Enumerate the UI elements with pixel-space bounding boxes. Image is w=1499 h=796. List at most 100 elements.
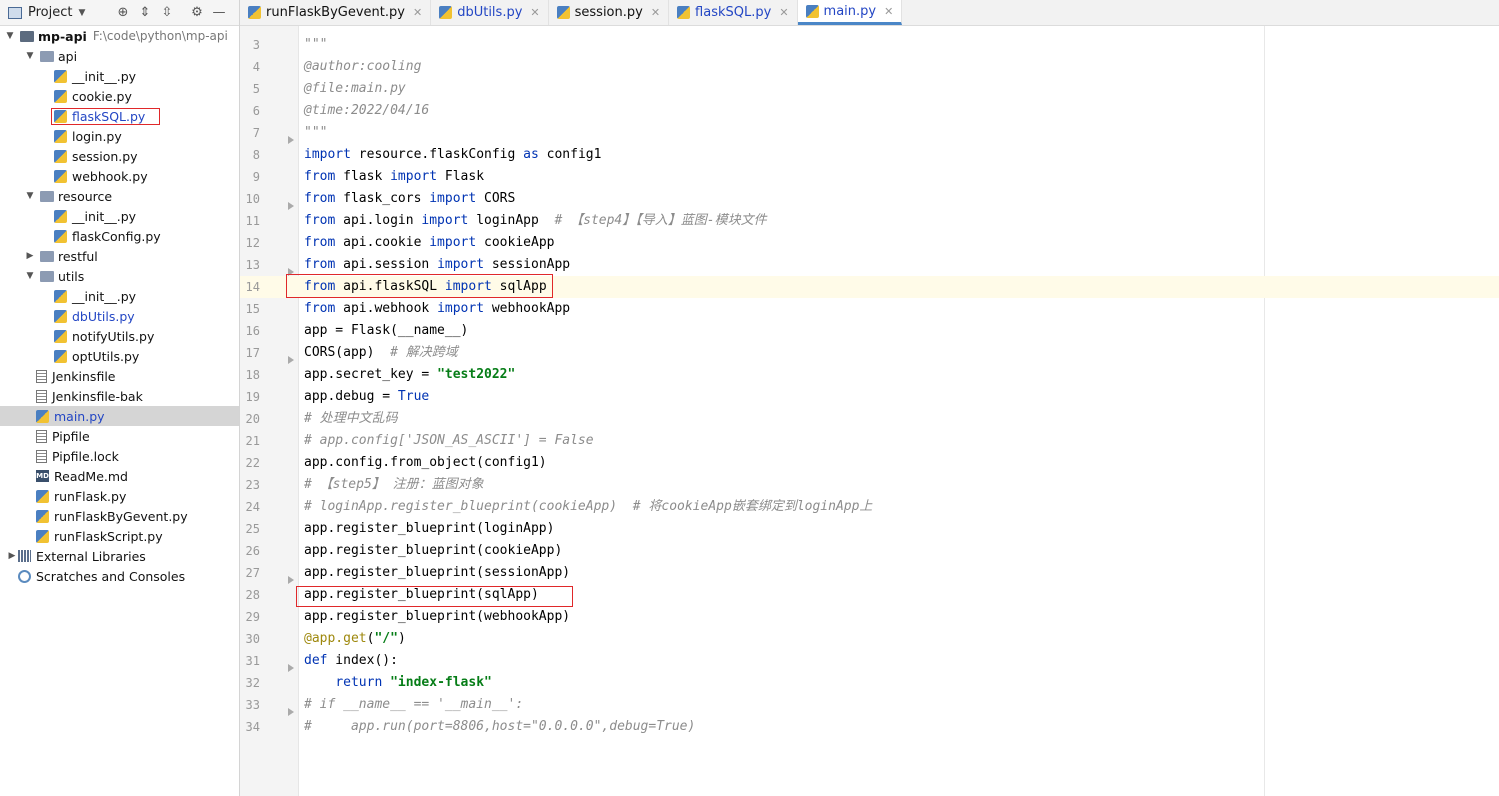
editor-tab[interactable]: flaskSQL.py ✕ <box>669 0 798 25</box>
code-line[interactable]: 9 from flask import Flask <box>240 166 1499 188</box>
tree-file[interactable]: optUtils.py <box>0 346 239 366</box>
hide-icon[interactable]: — <box>208 2 230 24</box>
code-line[interactable]: 34 # app.run(port=8806,host="0.0.0.0",deb… <box>240 716 1499 738</box>
tree-file[interactable]: MD ReadMe.md <box>0 466 239 486</box>
tree-file[interactable]: runFlaskByGevent.py <box>0 506 239 526</box>
chevron-down-icon[interactable]: ▼ <box>24 51 36 61</box>
code-line[interactable]: 31 def index(): <box>240 650 1499 672</box>
code-line[interactable]: 8 import resource.flaskConfig as config1 <box>240 144 1499 166</box>
editor-tab[interactable]: runFlaskByGevent.py ✕ <box>240 0 432 25</box>
tree-file[interactable]: __init__.py <box>0 206 239 226</box>
code-line[interactable]: 10 from flask_cors import CORS <box>240 188 1499 210</box>
code-token: config1 <box>538 147 602 162</box>
code-line[interactable]: 20 # 处理中文乱码 <box>240 408 1499 430</box>
project-view-selector[interactable]: Project ▼ <box>0 5 100 20</box>
code-token: @file:main.py <box>304 81 406 96</box>
code-text: from api.cookie import cookieApp <box>304 232 554 254</box>
tree-file[interactable]: Scratches and Consoles <box>0 566 239 586</box>
highlight-box-flasksql-file <box>51 108 160 125</box>
code-line[interactable]: 6 @time:2022/04/16 <box>240 100 1499 122</box>
tree-file[interactable]: login.py <box>0 126 239 146</box>
code-line[interactable]: 26 app.register_blueprint(cookieApp) <box>240 540 1499 562</box>
tree-file[interactable]: dbUtils.py <box>0 306 239 326</box>
locate-icon[interactable]: ⊕ <box>112 2 134 24</box>
code-line[interactable]: 19 app.debug = True <box>240 386 1499 408</box>
code-line[interactable]: 25 app.register_blueprint(loginApp) <box>240 518 1499 540</box>
code-line[interactable]: 7 """ <box>240 122 1499 144</box>
code-line[interactable]: 15 from api.webhook import webhookApp <box>240 298 1499 320</box>
code-token: @author:cooling <box>304 59 422 74</box>
tab-label: dbUtils.py <box>457 5 523 20</box>
tree-file[interactable]: webhook.py <box>0 166 239 186</box>
code-token: def <box>304 653 328 668</box>
chevron-down-icon[interactable]: ▼ <box>24 271 36 281</box>
fold-marker-icon[interactable] <box>288 356 294 364</box>
close-icon[interactable]: ✕ <box>530 6 539 19</box>
python-file-icon <box>54 69 67 83</box>
code-line[interactable]: 27 app.register_blueprint(sessionApp) <box>240 562 1499 584</box>
close-icon[interactable]: ✕ <box>884 5 893 18</box>
tree-file[interactable]: Jenkinsfile <box>0 366 239 386</box>
close-icon[interactable]: ✕ <box>651 6 660 19</box>
tree-file[interactable]: ▶ External Libraries <box>0 546 239 566</box>
code-line[interactable]: 30 @app.get("/") <box>240 628 1499 650</box>
editor-tab[interactable]: main.py ✕ <box>797 0 903 25</box>
fold-marker-icon[interactable] <box>288 136 294 144</box>
code-editor[interactable]: 3 """ 4 @author:cooling 5 @file:main.py 6 @time… <box>240 26 1499 796</box>
editor-tab[interactable]: dbUtils.py ✕ <box>431 0 549 25</box>
editor-tab[interactable]: session.py ✕ <box>549 0 670 25</box>
tree-file[interactable]: flaskConfig.py <box>0 226 239 246</box>
code-token: from <box>304 257 336 272</box>
chevron-down-icon: ▼ <box>6 31 14 41</box>
tree-file[interactable]: __init__.py <box>0 66 239 86</box>
tree-folder[interactable]: ▼ utils <box>0 266 239 286</box>
code-line[interactable]: 12 from api.cookie import cookieApp <box>240 232 1499 254</box>
fold-marker-icon[interactable] <box>288 576 294 584</box>
code-line[interactable]: 16 app = Flask(__name__) <box>240 320 1499 342</box>
code-line[interactable]: 4 @author:cooling <box>240 56 1499 78</box>
code-line[interactable]: 11 from api.login import loginApp # 【step… <box>240 210 1499 232</box>
close-icon[interactable]: ✕ <box>779 6 788 19</box>
tree-file[interactable]: Pipfile.lock <box>0 446 239 466</box>
code-line[interactable]: 13 from api.session import sessionApp <box>240 254 1499 276</box>
tree-file[interactable]: Pipfile <box>0 426 239 446</box>
code-line[interactable]: 18 app.secret_key = "test2022" <box>240 364 1499 386</box>
code-line[interactable]: 24 # loginApp.register_blueprint(cookieAp… <box>240 496 1499 518</box>
tree-file[interactable]: __init__.py <box>0 286 239 306</box>
tree-folder[interactable]: ▼ resource <box>0 186 239 206</box>
collapse-all-icon[interactable]: ⇳ <box>156 2 178 24</box>
tree-root[interactable]: ▼ mp-api F:\code\python\mp-api <box>0 26 239 46</box>
fold-marker-icon[interactable] <box>288 202 294 210</box>
editor-tabs: runFlaskByGevent.py ✕ dbUtils.py ✕ session.p… <box>240 0 1499 26</box>
fold-marker-icon[interactable] <box>288 664 294 672</box>
tree-file[interactable]: runFlask.py <box>0 486 239 506</box>
code-line[interactable]: 33 # if __name__ == '__main__': <box>240 694 1499 716</box>
code-line[interactable]: 3 """ <box>240 34 1499 56</box>
tree-file[interactable]: session.py <box>0 146 239 166</box>
folder-icon <box>40 250 54 262</box>
gear-icon[interactable]: ⚙ <box>186 2 208 24</box>
tree-file[interactable]: main.py <box>0 406 239 426</box>
code-line[interactable]: 22 app.config.from_object(config1) <box>240 452 1499 474</box>
code-line[interactable]: 5 @file:main.py <box>240 78 1499 100</box>
python-file-icon <box>439 6 453 19</box>
tree-file[interactable]: runFlaskScript.py <box>0 526 239 546</box>
tree-item-label: session.py <box>72 148 138 164</box>
tree-folder[interactable]: ▼ api <box>0 46 239 66</box>
code-line[interactable]: 32 return "index-flask" <box>240 672 1499 694</box>
code-line[interactable]: 17 CORS(app) # 解决跨域 <box>240 342 1499 364</box>
chevron-down-icon[interactable]: ▼ <box>24 191 36 201</box>
tree-folder[interactable]: ▶ restful <box>0 246 239 266</box>
code-line[interactable]: 21 # app.config['JSON_AS_ASCII'] = False <box>240 430 1499 452</box>
tree-file[interactable]: cookie.py <box>0 86 239 106</box>
chevron-right-icon[interactable]: ▶ <box>24 251 36 261</box>
code-line[interactable]: 29 app.register_blueprint(webhookApp) <box>240 606 1499 628</box>
tree-file[interactable]: notifyUtils.py <box>0 326 239 346</box>
close-icon[interactable]: ✕ <box>413 6 422 19</box>
tree-file[interactable]: Jenkinsfile-bak <box>0 386 239 406</box>
fold-marker-icon[interactable] <box>288 708 294 716</box>
code-token: app.config.from_object(config1) <box>304 455 547 470</box>
expand-all-icon[interactable]: ⇕ <box>134 2 156 24</box>
chevron-right-icon[interactable]: ▶ <box>6 551 18 561</box>
code-line[interactable]: 23 # 【step5】 注册：蓝图对象 <box>240 474 1499 496</box>
